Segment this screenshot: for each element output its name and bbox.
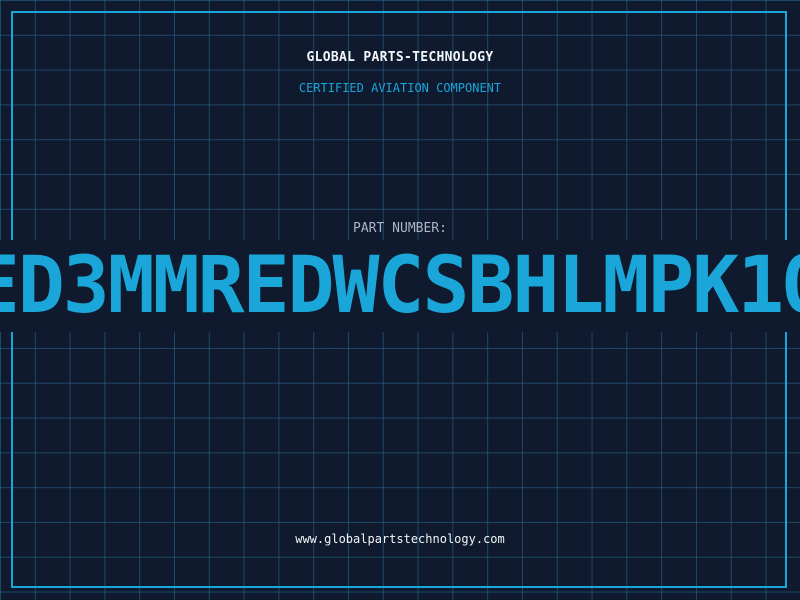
part-number-value: ED3MMREDWCSBHLMPK1Q — [0, 240, 800, 332]
part-number-band: ED3MMREDWCSBHLMPK1Q — [0, 240, 800, 332]
certification-subtitle: CERTIFIED AVIATION COMPONENT — [298, 81, 502, 95]
part-number-text: ED3MMREDWCSBHLMPK1Q — [0, 241, 800, 331]
part-number-label: PART NUMBER: — [353, 221, 447, 236]
website-url: www.globalpartstechnology.com — [295, 532, 505, 546]
company-name: GLOBAL PARTS-TECHNOLOGY — [306, 50, 494, 65]
certificate-page: GLOBAL PARTS-TECHNOLOGY CERTIFIED AVIATI… — [0, 0, 800, 600]
